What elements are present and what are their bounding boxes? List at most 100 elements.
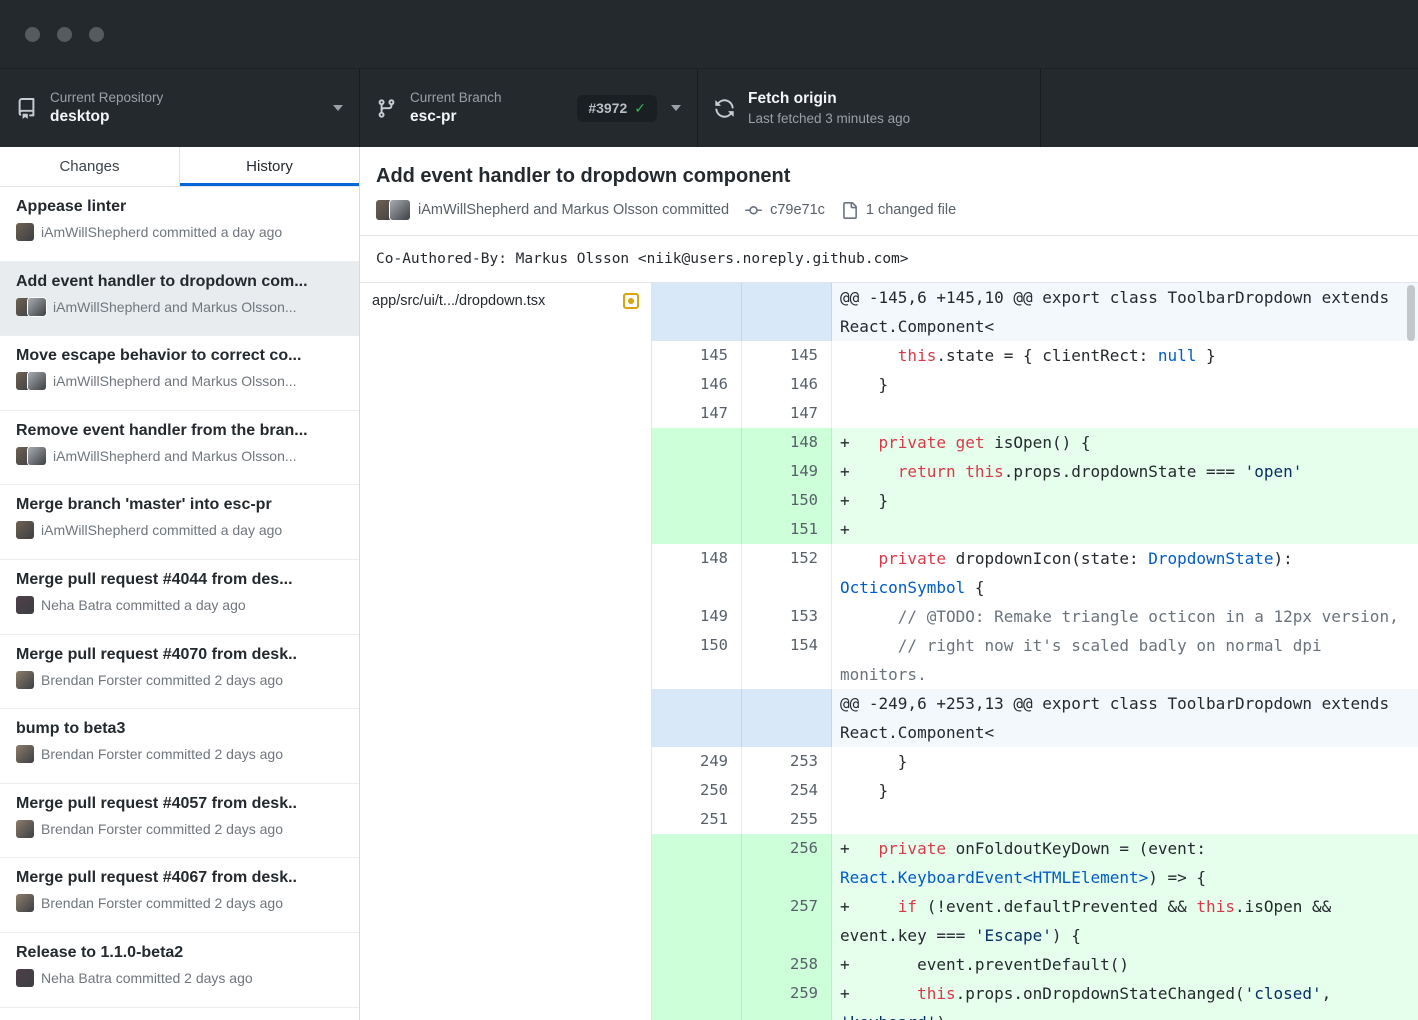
commit-item[interactable]: Merge pull request #4057 from desk.. Bren… (0, 784, 359, 859)
tab-history[interactable]: History (180, 147, 359, 186)
commit-item[interactable]: Merge pull request #4070 from desk..Bren… (0, 635, 359, 710)
commit-byline-text: Brendan Forster committed 2 days ago (41, 821, 283, 837)
commit-sha: c79e71c (770, 202, 825, 218)
line-number-new: 153 (742, 602, 832, 631)
line-content: + this.props.onDropdownStateChanged('clo… (832, 979, 1418, 1020)
diff-line: 147147 (652, 399, 1418, 428)
commit-item-byline: Neha Batra committed a day ago (16, 596, 343, 614)
main-panel: Add event handler to dropdown component … (360, 147, 1418, 1020)
diff-line: 149+ return this.props.dropdownState ===… (652, 457, 1418, 486)
line-number-old (652, 457, 742, 486)
line-number-new: 149 (742, 457, 832, 486)
commit-item-byline: Brendan Forster committed 2 days ago (16, 894, 343, 912)
file-item[interactable]: app/src/ui/t.../dropdown.tsx (360, 283, 651, 319)
traffic-light-zoom[interactable] (89, 27, 104, 42)
pr-badge: #3972 ✓ (577, 95, 657, 122)
commit-description: Co-Authored-By: Markus Olsson <niik@user… (360, 236, 1418, 283)
line-number-new: 259 (742, 979, 832, 1020)
avatar (28, 447, 46, 465)
commit-item-byline: iAmWillShepherd committed a day ago (16, 223, 343, 241)
avatar (16, 223, 34, 241)
line-number-old (652, 486, 742, 515)
commit-item[interactable]: Release to 1.1.0-beta2Neha Batra committ… (0, 933, 359, 1008)
commit-item[interactable]: Merge branch 'master' into esc-pr iAmWill… (0, 485, 359, 560)
commit-authors: iAmWillShepherd and Markus Olsson commit… (418, 202, 729, 218)
line-number-new: 254 (742, 776, 832, 805)
line-number-old (652, 834, 742, 892)
commit-title: Add event handler to dropdown component (376, 163, 1402, 189)
avatar-stack (16, 447, 46, 465)
traffic-light-minimize[interactable] (57, 27, 72, 42)
line-content: + (832, 515, 1418, 544)
line-content: // right now it's scaled badly on normal… (832, 631, 1418, 689)
diff-line: 145145 this.state = { clientRect: null } (652, 341, 1418, 370)
line-number-old (652, 515, 742, 544)
commit-item[interactable]: Appease linteriAmWillShepherd committed … (0, 187, 359, 262)
commit-item-byline: Neha Batra committed 2 days ago (16, 969, 343, 987)
fetch-origin-button[interactable]: Fetch origin Last fetched 3 minutes ago (698, 69, 1041, 147)
line-content: + } (832, 486, 1418, 515)
repository-label: Current Repository (50, 90, 163, 105)
traffic-light-close[interactable] (25, 27, 40, 42)
scrollbar-thumb[interactable] (1407, 285, 1415, 341)
commit-item-title: Merge pull request #4057 from desk.. (16, 795, 343, 813)
commit-item-title: Merge branch 'master' into esc-pr (16, 496, 343, 514)
diff-line: 150+ } (652, 486, 1418, 515)
line-number-old: 145 (652, 341, 742, 370)
avatar-stack (16, 820, 34, 838)
commit-list: Appease linteriAmWillShepherd committed … (0, 187, 359, 1020)
repository-button[interactable]: Current Repository desktop (0, 69, 360, 147)
commit-byline-text: iAmWillShepherd and Markus Olsson... (53, 299, 297, 315)
tab-changes[interactable]: Changes (0, 147, 180, 186)
commit-byline-text: iAmWillShepherd committed a day ago (41, 224, 282, 240)
commit-item[interactable]: Move escape behavior to correct co...iAm… (0, 336, 359, 411)
commit-byline-text: iAmWillShepherd and Markus Olsson... (53, 448, 297, 464)
commit-item-title: Remove event handler from the bran... (16, 422, 343, 440)
line-number-old (652, 950, 742, 979)
commit-item[interactable]: Merge pull request #4067 from desk..Bren… (0, 858, 359, 933)
line-content: // @TODO: Remake triangle octicon in a 1… (832, 602, 1418, 631)
commit-item[interactable]: Merge pull request #4044 from des... Neha… (0, 560, 359, 635)
branch-button[interactable]: Current Branch esc-pr #3972 ✓ (360, 69, 698, 147)
line-number-new: 257 (742, 892, 832, 950)
diff-line: 250254 } (652, 776, 1418, 805)
line-number-new: 148 (742, 428, 832, 457)
diff-line: 148+ private get isOpen() { (652, 428, 1418, 457)
avatar (390, 200, 410, 220)
commit-byline-text: Neha Batra committed a day ago (41, 597, 246, 613)
commit-byline-text: Brendan Forster committed 2 days ago (41, 746, 283, 762)
avatar-stack (16, 894, 34, 912)
commit-item-title: Merge pull request #4044 from des... (16, 571, 343, 589)
line-number-new: 255 (742, 805, 832, 834)
diff-view: @@ -145,6 +145,10 @@ export class Toolba… (652, 283, 1418, 1020)
diff-line: 149153 // @TODO: Remake triangle octicon… (652, 602, 1418, 631)
diff-line: 259+ this.props.onDropdownStateChanged('… (652, 979, 1418, 1020)
diff-line: @@ -145,6 +145,10 @@ export class Toolba… (652, 283, 1418, 341)
commit-byline-text: iAmWillShepherd committed a day ago (41, 522, 282, 538)
avatar (16, 521, 34, 539)
chevron-down-icon (333, 105, 343, 111)
avatar (16, 596, 34, 614)
line-content (832, 399, 1418, 428)
line-number-new (742, 689, 832, 747)
line-number-new: 154 (742, 631, 832, 689)
commit-item[interactable]: Remove event handler from the bran... iAm… (0, 411, 359, 486)
line-number-old: 150 (652, 631, 742, 689)
content: Changes History Appease linteriAmWillShe… (0, 147, 1418, 1020)
avatar (16, 820, 34, 838)
commit-item-byline: iAmWillShepherd committed a day ago (16, 521, 343, 539)
avatar (28, 372, 46, 390)
commit-item[interactable]: Merge pull request #4073 from des... (0, 1008, 359, 1020)
file-path: app/src/ui/t.../dropdown.tsx (372, 293, 545, 309)
commit-item-title: Add event handler to dropdown com... (16, 273, 343, 291)
changed-file-icon (841, 202, 858, 219)
line-content: + private get isOpen() { (832, 428, 1418, 457)
diff-line: 148152 private dropdownIcon(state: Dropd… (652, 544, 1418, 602)
commit-item[interactable]: bump to beta3Brendan Forster committed 2… (0, 709, 359, 784)
fetch-title: Fetch origin (748, 90, 910, 108)
changed-files-count: 1 changed file (866, 202, 956, 218)
line-number-old: 251 (652, 805, 742, 834)
commit-item-title: Move escape behavior to correct co... (16, 347, 343, 365)
commit-item[interactable]: Add event handler to dropdown com... iAmW… (0, 262, 359, 337)
diff-line: 258+ event.preventDefault() (652, 950, 1418, 979)
